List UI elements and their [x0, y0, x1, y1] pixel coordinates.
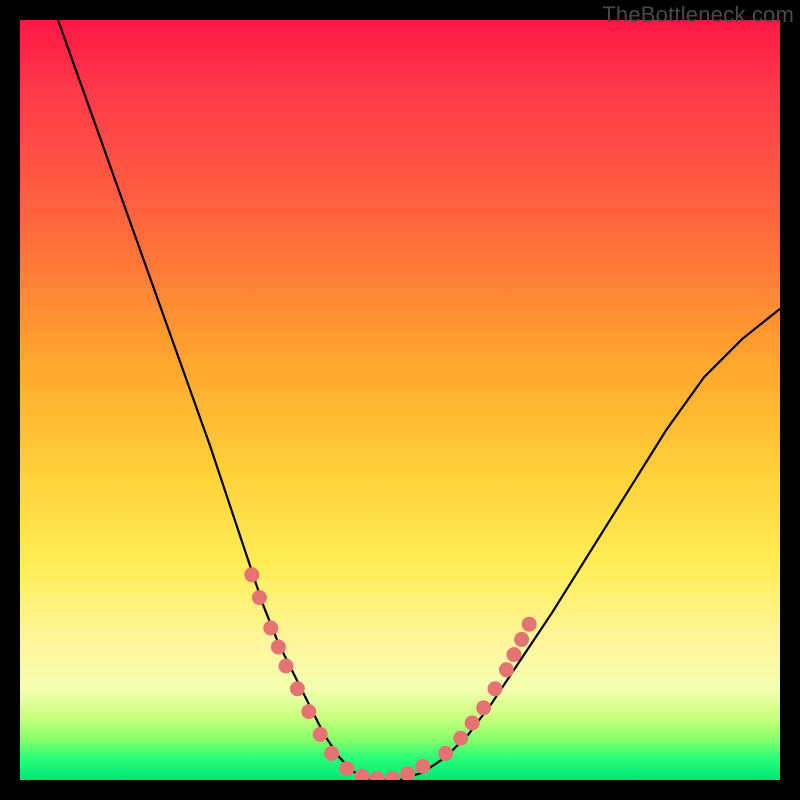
data-point-marker: [415, 759, 430, 774]
data-point-marker: [355, 769, 370, 780]
data-point-marker: [263, 621, 278, 636]
data-point-marker: [339, 761, 354, 776]
data-point-marker: [476, 700, 491, 715]
data-point-marker: [438, 746, 453, 761]
data-point-marker: [252, 590, 267, 605]
watermark-text: TheBottleneck.com: [602, 2, 794, 28]
data-point-marker: [244, 567, 259, 582]
data-point-marker: [279, 659, 294, 674]
data-point-marker: [499, 662, 514, 677]
data-point-marker: [324, 746, 339, 761]
data-point-marker: [522, 617, 537, 632]
data-point-marker: [465, 716, 480, 731]
data-point-marker: [453, 731, 468, 746]
data-point-marker: [313, 727, 328, 742]
bottleneck-curve-svg: [20, 20, 780, 780]
data-point-marker: [301, 704, 316, 719]
data-point-marker: [271, 640, 286, 655]
data-point-marker: [488, 681, 503, 696]
chart-frame: [20, 20, 780, 780]
bottleneck-curve: [58, 20, 780, 780]
data-point-marker: [370, 771, 385, 780]
data-point-marker: [385, 771, 400, 780]
data-point-marker: [507, 647, 522, 662]
data-point-marker: [290, 681, 305, 696]
data-point-marker: [514, 632, 529, 647]
data-point-marker: [400, 766, 415, 780]
